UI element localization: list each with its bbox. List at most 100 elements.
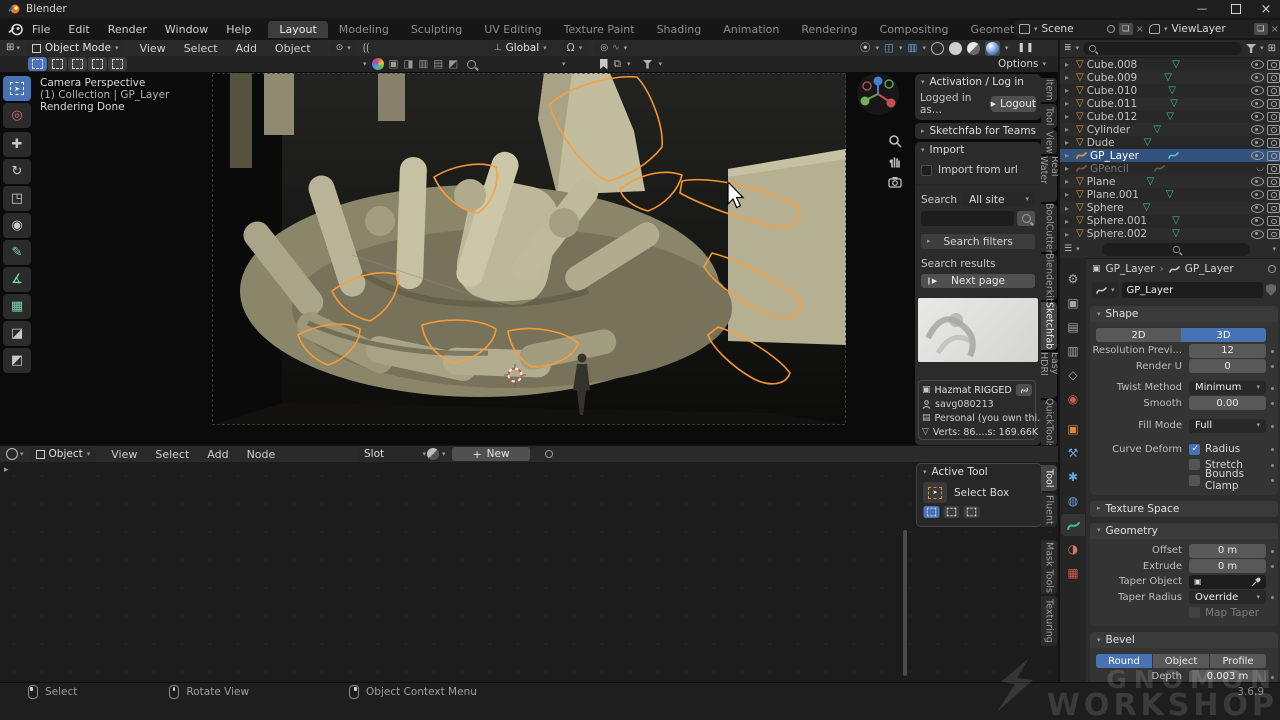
workspace-tab-sculpting[interactable]: Sculpting	[400, 21, 473, 38]
sidebar-tab-easy-hdri[interactable]: Easy HDRI	[1041, 352, 1057, 398]
tab-scene[interactable]: ◇	[1061, 364, 1085, 386]
search-submit-button[interactable]	[1017, 211, 1035, 226]
import-collapse-chevron[interactable]: ▾	[921, 147, 925, 154]
pan-view-hand-icon[interactable]	[888, 154, 902, 168]
workspace-tab-shading[interactable]: Shading	[646, 21, 713, 38]
hide-eye-icon[interactable]	[1251, 230, 1264, 239]
workspace-tab-modeling[interactable]: Modeling	[328, 21, 400, 38]
select-mode-new-button[interactable]	[28, 57, 47, 71]
proportional-editing-toggle[interactable]: ◎∿▾	[594, 41, 633, 55]
radius-checkbox[interactable]	[1189, 444, 1200, 455]
scene-selector[interactable]: ▾ Scene ❏ ×	[1015, 20, 1148, 38]
select-mode-extend-button[interactable]	[48, 57, 67, 71]
model-link-button[interactable]	[1016, 384, 1032, 396]
slot-dropdown[interactable]: Slot▾	[358, 447, 432, 461]
extra-tool-2[interactable]: ◩	[3, 348, 31, 373]
dimension-3d-button[interactable]: 3D	[1181, 328, 1266, 342]
vp-menu-add[interactable]: Add	[227, 42, 266, 55]
snap-toggle[interactable]: Ω▾	[561, 41, 589, 55]
outliner-row-gpencil[interactable]: ▸GPencil◡	[1060, 162, 1280, 175]
sidebar-tab-item[interactable]: Item	[1041, 78, 1057, 102]
overlays-icon[interactable]: ◫	[884, 43, 894, 54]
workspace-tab-uv-editing[interactable]: UV Editing	[473, 21, 552, 38]
tab-texture[interactable]: ▦	[1061, 562, 1085, 584]
bevel-panel-header[interactable]: ▾Bevel	[1090, 632, 1278, 648]
disable-render-icon[interactable]	[1267, 203, 1280, 213]
panel-collapse-chevron[interactable]: ▾	[921, 79, 925, 86]
filter-icon[interactable]	[643, 60, 653, 69]
extra-tool-1[interactable]: ◪	[3, 321, 31, 346]
tab-view-layer[interactable]: ▥	[1061, 340, 1085, 362]
node-menu-node[interactable]: Node	[238, 448, 285, 461]
properties-options-chevron[interactable]: ▾	[1272, 246, 1276, 253]
properties-search-input[interactable]	[1102, 243, 1251, 256]
shape-panel-header[interactable]: ▾Shape	[1090, 306, 1278, 322]
search-input[interactable]	[921, 211, 1014, 226]
menu-window[interactable]: Window	[156, 23, 217, 36]
workspace-tab-compositing[interactable]: Compositing	[869, 21, 960, 38]
tool-mode-button-3[interactable]	[963, 506, 979, 518]
active-tool-collapse-chevron[interactable]: ▾	[923, 469, 927, 476]
rendered-shading-icon[interactable]	[985, 41, 1000, 56]
tab-world[interactable]: ◉	[1061, 388, 1085, 410]
taper-radius-dropdown[interactable]: Override▾	[1189, 590, 1266, 604]
hide-eye-icon[interactable]	[1251, 217, 1264, 226]
panel-expand-chevron[interactable]: ▸	[921, 128, 925, 135]
outliner-row-plane[interactable]: ▸▽Plane▽	[1060, 175, 1280, 188]
sidebar-tab-sketchfab[interactable]: Sketchfab	[1041, 302, 1057, 350]
bounds-clamp-checkbox[interactable]	[1189, 475, 1200, 486]
node-menu-add[interactable]: Add	[198, 448, 237, 461]
node-editor-type-icon[interactable]	[6, 448, 18, 460]
annotate-tool[interactable]: ✎	[3, 240, 31, 265]
scale-tool[interactable]: ◳	[3, 186, 31, 211]
tab-object-data[interactable]	[1061, 514, 1085, 536]
tool-mode-button-2[interactable]	[943, 506, 959, 518]
menu-help[interactable]: Help	[217, 23, 260, 36]
sidebar-tab-boolcutter[interactable]: BoolCutter	[1041, 204, 1057, 252]
node-tab-tool[interactable]: Tool	[1041, 465, 1057, 491]
disable-render-icon[interactable]	[1267, 164, 1280, 174]
hide-eye-icon[interactable]	[1251, 73, 1264, 82]
tab-material[interactable]: ◑	[1061, 538, 1085, 560]
disable-render-icon[interactable]	[1267, 125, 1280, 135]
blender-menu-logo-icon[interactable]	[8, 23, 23, 36]
bevel-object-button[interactable]: Object	[1153, 654, 1209, 668]
hide-eye-icon[interactable]	[1251, 99, 1264, 108]
fake-user-shield-icon[interactable]	[1266, 284, 1276, 296]
sidebar-tab-tool[interactable]: Tool	[1041, 104, 1057, 128]
vp-menu-object[interactable]: Object	[266, 42, 320, 55]
zoom-view-icon[interactable]	[888, 134, 902, 148]
extrude-field[interactable]: 0 m	[1189, 559, 1266, 573]
disable-render-icon[interactable]	[1267, 216, 1280, 226]
camera-view-icon[interactable]	[888, 175, 902, 189]
node-menu-view[interactable]: View	[102, 448, 146, 461]
teams-panel[interactable]: ▸Sketchfab for Teams	[915, 123, 1053, 139]
sidebar-tab-blenderkit[interactable]: Blenderkit	[1041, 254, 1057, 300]
hide-eye-icon[interactable]	[1251, 112, 1264, 121]
disable-render-icon[interactable]	[1267, 86, 1280, 96]
new-material-button[interactable]: + New	[452, 447, 530, 461]
resolution-preview-field[interactable]: 12	[1189, 344, 1266, 358]
tab-physics[interactable]: ◍	[1061, 490, 1085, 512]
hide-eye-icon[interactable]	[1251, 177, 1264, 186]
options-dropdown[interactable]: Options ▾	[998, 58, 1046, 70]
transform-orientation-selector[interactable]: ⊥ Global ▾	[488, 41, 553, 55]
scene-dropdown-chevron[interactable]: ▾	[1034, 26, 1038, 33]
node-editor-canvas[interactable]: ▸ ▾Active Tool ➤ Select Box Tool Fluent …	[0, 462, 1058, 682]
unlink-scene-icon[interactable]: ×	[1136, 24, 1144, 35]
search-filters-panel[interactable]: ▸ Search filters	[921, 234, 1035, 249]
offset-field[interactable]: 0 m	[1189, 544, 1266, 558]
disable-render-icon[interactable]	[1267, 190, 1280, 200]
add-primitive-tool[interactable]: ▦	[3, 294, 31, 319]
outliner-row-plane001[interactable]: ▸▽Plane.001▽	[1060, 188, 1280, 201]
twist-smooth-field[interactable]: 0.00	[1189, 396, 1266, 410]
select-mode-invert-button[interactable]	[88, 57, 107, 71]
hide-eye-icon[interactable]	[1251, 86, 1264, 95]
twist-method-dropdown[interactable]: Minimum▾	[1189, 381, 1266, 395]
disable-render-icon[interactable]	[1267, 99, 1280, 109]
paint-option-icon-2[interactable]: ◨	[403, 59, 413, 70]
vp-menu-select[interactable]: Select	[175, 42, 227, 55]
breadcrumb-data[interactable]: GP_Layer	[1185, 263, 1234, 275]
hide-eye-icon[interactable]	[1251, 204, 1264, 213]
hide-eye-icon[interactable]	[1251, 190, 1264, 199]
